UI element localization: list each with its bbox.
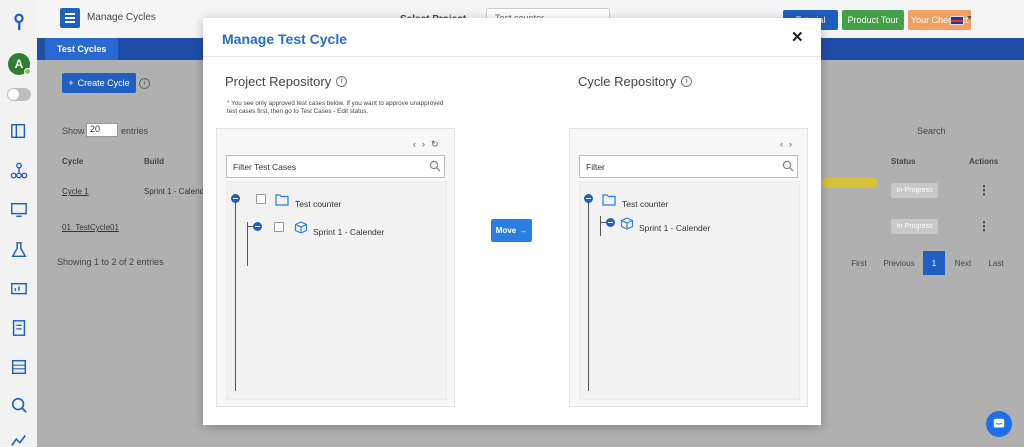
tree-guide-line [588,199,589,391]
chevron-down-icon[interactable]: ▼ [966,15,973,22]
folder-icon [275,194,289,206]
cycle-repository-heading: Cycle Repository i [578,74,693,89]
manage-test-cycle-modal: Manage Test Cycle ✕ Project Repository i… [203,18,821,425]
plus-icon: + [68,78,74,88]
column-header-cycle[interactable]: Cycle [62,157,83,166]
table-row-cycle-link[interactable]: Cycle 1 [62,187,89,196]
cycle-tree: Test counter Sprint 1 - Calender [579,181,800,400]
entries-label: entries [121,126,149,136]
expand-right-icon[interactable]: › [789,139,792,149]
pagination-next[interactable]: Next [947,251,979,275]
pagination-previous[interactable]: Previous [877,251,921,275]
filter-test-cases-input[interactable] [226,155,445,178]
modal-title: Manage Test Cycle [222,31,348,47]
avatar[interactable]: A [8,53,31,75]
create-cycle-button[interactable]: + Create Cycle [62,73,136,93]
cube-icon [620,217,634,230]
move-button[interactable]: Move → [491,219,532,242]
filter-cycle-input[interactable] [579,155,798,178]
column-header-status[interactable]: Status [891,157,915,166]
search-icon [429,160,441,172]
tree-checkbox[interactable] [274,222,284,232]
app-logo-icon[interactable] [9,12,28,31]
collapse-toggle-icon[interactable] [584,194,593,203]
project-repository-heading: Project Repository i [225,74,348,89]
cycle-repository-panel: ‹ › Test counter Sprint 1 - Calender [569,128,808,407]
collapse-toggle-icon[interactable] [231,194,240,203]
show-label: Show [62,126,85,136]
arrow-right-icon: → [519,226,528,235]
column-header-build[interactable]: Build [144,157,164,166]
tree-node-label[interactable]: Test counter [295,199,341,209]
column-header-actions: Actions [969,157,999,166]
monitor-settings-icon[interactable] [9,200,28,219]
left-sidebar: A [0,0,37,447]
table-row-cycle-link[interactable]: 01_TestCycle01 [62,223,119,232]
project-tree: Test counter Sprint 1 - Calender [226,181,447,400]
status-badge: In-Progress [891,219,938,234]
table-info-text: Showing 1 to 2 of 2 entries [57,257,164,267]
document-list-icon[interactable] [9,318,28,337]
hierarchy-icon[interactable] [9,161,28,180]
tree-guide-line [247,222,248,266]
project-repository-panel: ‹ › ↻ Test counter Sprint 1 - Calender [216,128,455,407]
folder-icon [602,194,616,206]
tree-guide-line [600,216,601,236]
collapse-left-icon[interactable]: ‹ [413,139,416,150]
product-tour-button[interactable]: Product Tour [842,10,904,30]
approval-notice: * You see only approved test cases below… [227,100,444,115]
entries-select[interactable]: 20 [86,123,118,137]
tree-node-label[interactable]: Test counter [622,199,668,209]
info-icon[interactable]: i [336,76,348,87]
page-title: Manage Cycles [87,12,156,23]
refresh-icon[interactable]: ↻ [431,139,439,150]
hamburger-menu-button[interactable] [60,8,80,28]
layout-icon[interactable] [9,121,28,140]
tree-node-label[interactable]: Sprint 1 - Calender [639,223,710,233]
chart-icon[interactable] [9,430,28,447]
tab-test-cycles[interactable]: Test Cycles [45,38,119,60]
row-actions-menu-icon[interactable]: ⋮ [978,183,990,197]
expand-right-icon[interactable]: › [422,139,425,150]
chat-support-icon[interactable] [986,411,1012,437]
info-icon[interactable]: i [139,78,150,89]
collapse-left-icon[interactable]: ‹ [780,139,783,149]
online-status-dot [24,68,31,75]
search-label: Search [917,126,946,136]
status-badge: In-Progress [891,183,938,198]
table-row-build: Sprint 1 - Calender [144,187,212,196]
modal-divider [203,56,821,57]
tree-tools: ‹ › ↻ [413,139,439,150]
close-icon[interactable]: ✕ [791,28,804,46]
collapse-toggle-icon[interactable] [253,222,262,231]
pagination-last[interactable]: Last [980,251,1012,275]
tree-tools: ‹ › [780,139,792,149]
cube-icon [294,221,308,234]
progress-bar [822,178,878,188]
tree-checkbox[interactable] [256,194,266,204]
pagination-page-1[interactable]: 1 [923,251,945,275]
collapse-toggle-icon[interactable] [606,218,615,227]
tree-guide-line [235,199,236,391]
tree-node-label[interactable]: Sprint 1 - Calender [313,227,384,237]
language-flag-icon[interactable] [950,16,964,25]
search-analytics-icon[interactable] [9,395,28,414]
theme-toggle[interactable] [7,88,31,101]
flask-icon[interactable] [9,240,28,259]
row-actions-menu-icon[interactable]: ⋮ [978,219,990,233]
search-icon [782,160,794,172]
pagination-first[interactable]: First [842,251,876,275]
info-icon[interactable]: i [681,76,693,87]
table-icon[interactable] [9,357,28,376]
report-monitor-icon[interactable] [9,280,28,299]
